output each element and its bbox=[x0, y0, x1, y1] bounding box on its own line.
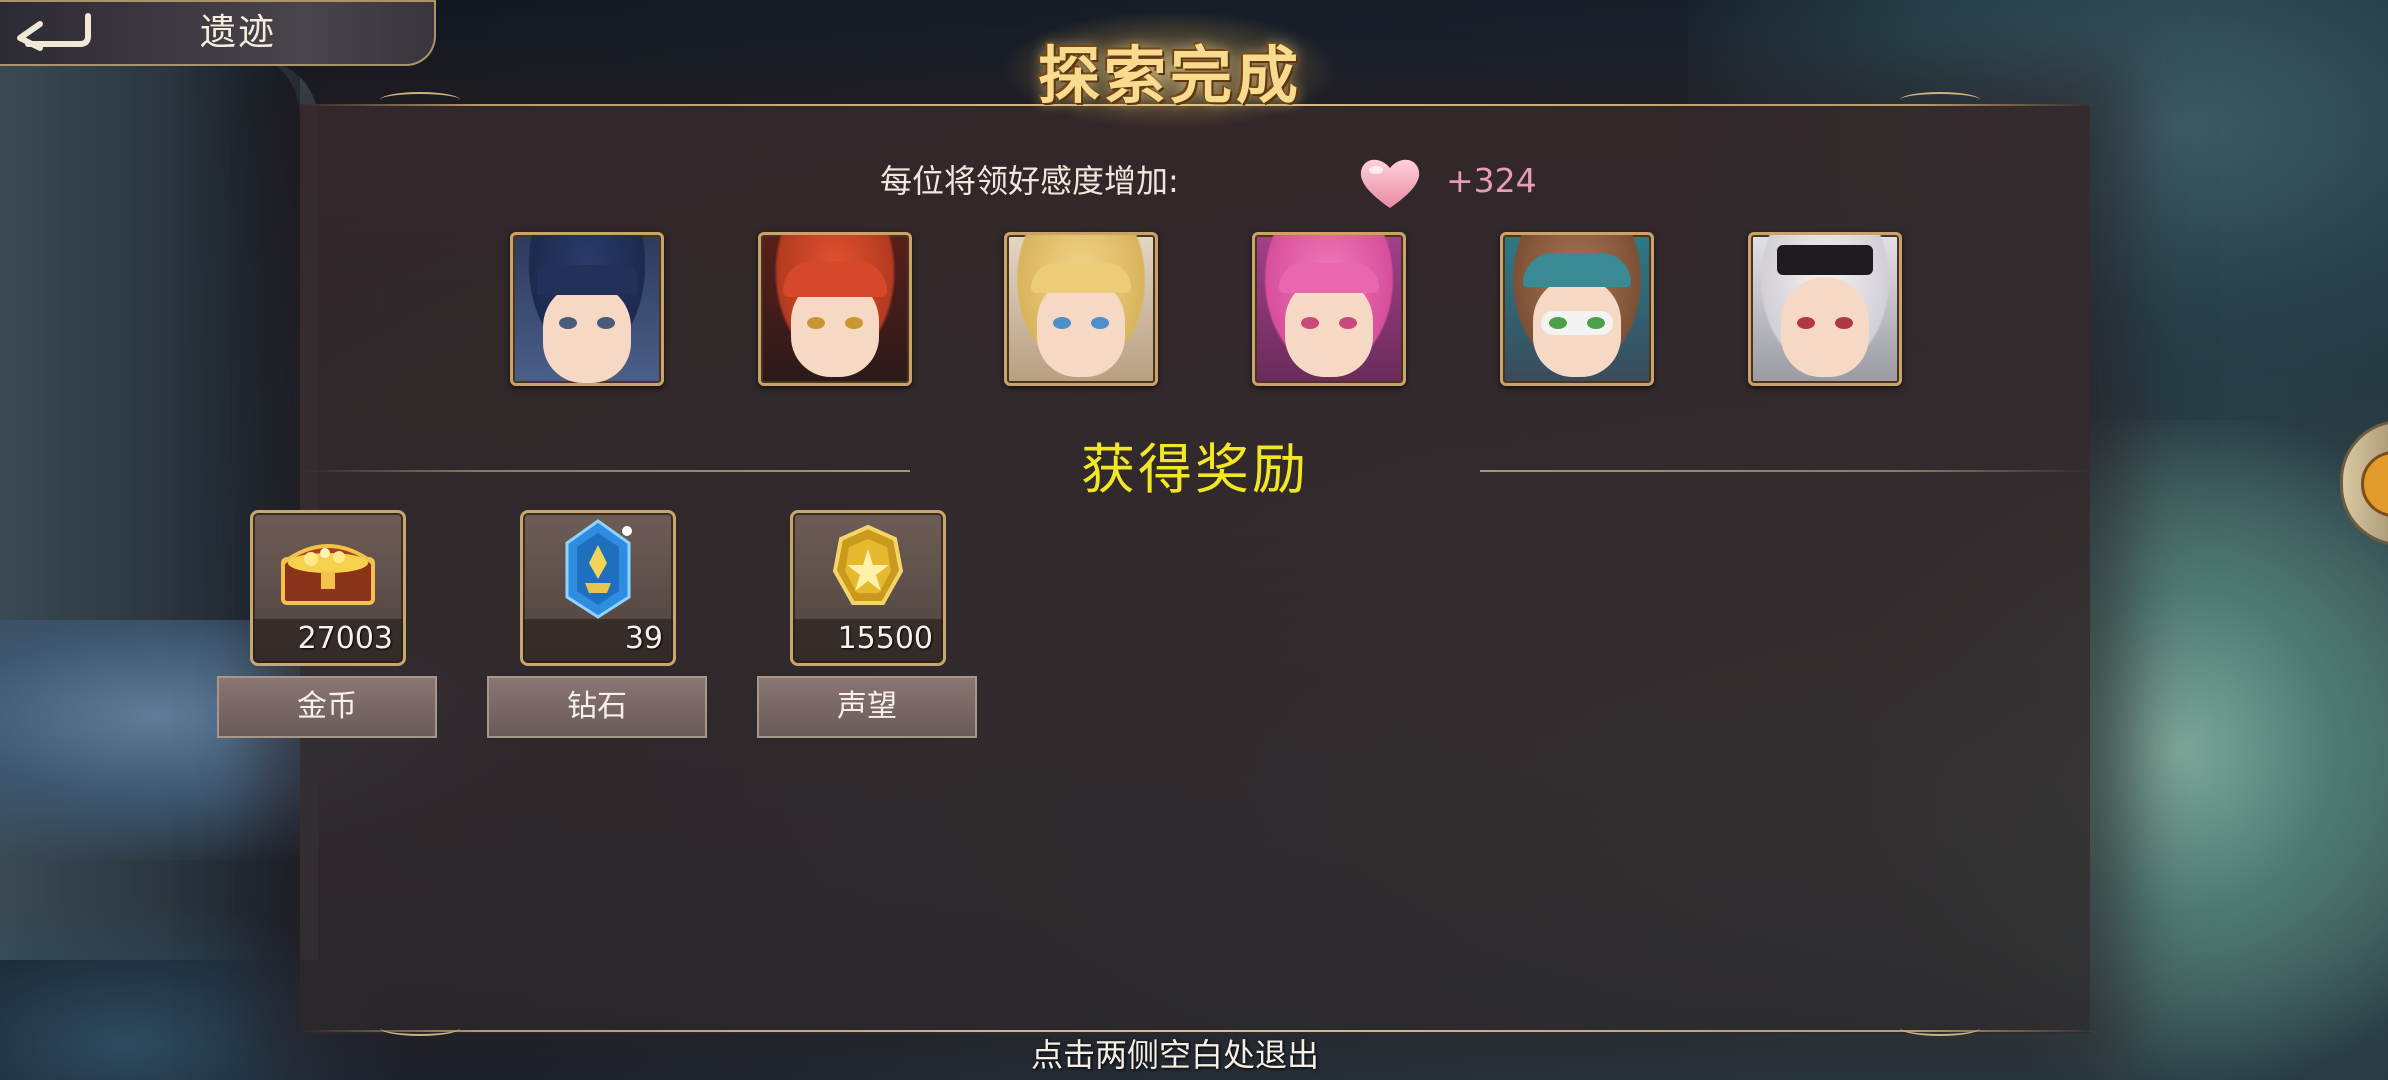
portrait-1[interactable] bbox=[510, 232, 664, 386]
reward-label-diamond[interactable]: 钻石 bbox=[487, 676, 707, 738]
crystal-icon bbox=[565, 519, 632, 619]
game-screen[interactable]: 遗迹 探索完成 每位将领好感度增加: +324 获得奖励 27003 金币 39… bbox=[0, 0, 2388, 1080]
portrait-2[interactable] bbox=[758, 232, 912, 386]
back-title: 遗迹 bbox=[200, 12, 277, 53]
rewards-heading: 获得奖励 bbox=[1081, 438, 1309, 501]
reward-label-prestige[interactable]: 声望 bbox=[757, 676, 977, 738]
portrait-5[interactable] bbox=[1500, 232, 1654, 386]
menu-icon bbox=[2361, 451, 2388, 517]
reward-item-prestige[interactable]: 15500 bbox=[790, 510, 946, 666]
ornament-icon bbox=[380, 92, 460, 108]
gold-badge-icon bbox=[832, 524, 904, 605]
portrait-3[interactable] bbox=[1004, 232, 1158, 386]
ornament-icon bbox=[380, 1020, 460, 1036]
exit-hint: 点击两侧空白处退出 bbox=[1030, 1036, 1319, 1074]
divider-right bbox=[1480, 470, 2090, 472]
portrait-4[interactable] bbox=[1252, 232, 1406, 386]
reward-item-gold[interactable]: 27003 bbox=[250, 510, 406, 666]
affection-label: 每位将领好感度增加: bbox=[880, 162, 1179, 200]
treasure-chest-icon bbox=[281, 544, 375, 605]
heart-icon bbox=[1354, 152, 1426, 212]
reward-count: 27003 bbox=[297, 621, 393, 656]
back-bar[interactable]: 遗迹 bbox=[0, 0, 436, 66]
affection-value: +324 bbox=[1446, 161, 1537, 200]
portrait-6[interactable] bbox=[1748, 232, 1902, 386]
reward-count: 39 bbox=[624, 621, 663, 656]
reward-label-gold[interactable]: 金币 bbox=[217, 676, 437, 738]
reward-item-diamond[interactable]: 39 bbox=[520, 510, 676, 666]
ornament-icon bbox=[1900, 1020, 1980, 1036]
reward-count: 15500 bbox=[837, 621, 933, 656]
page-title: 探索完成 bbox=[1037, 39, 1302, 112]
ornament-icon bbox=[1900, 92, 1980, 108]
back-arrow-icon[interactable] bbox=[6, 6, 96, 54]
divider-left bbox=[300, 470, 910, 472]
